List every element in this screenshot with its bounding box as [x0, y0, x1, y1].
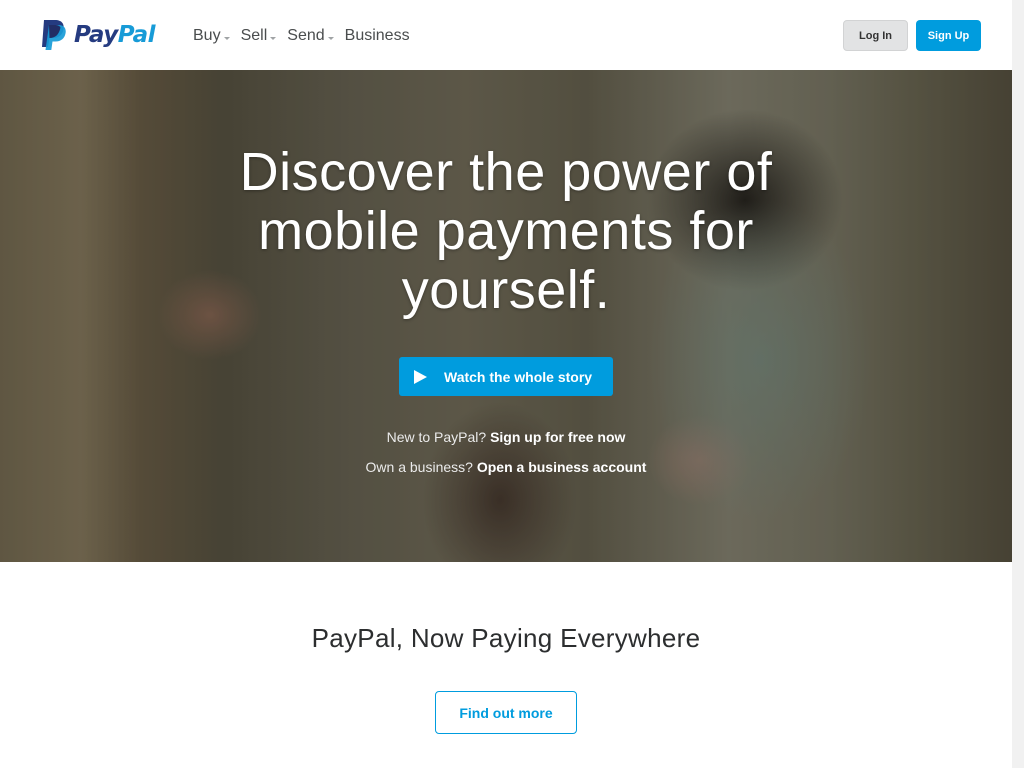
hero-title: Discover the power of mobile payments fo… — [186, 143, 826, 320]
hero-title-line: yourself. — [401, 260, 611, 320]
hero-title-line: Discover the power of — [239, 142, 773, 202]
hero-banner: Discover the power of mobile payments fo… — [0, 70, 1012, 562]
nav-item-label: Buy — [193, 27, 221, 44]
login-button[interactable]: Log In — [843, 20, 908, 51]
watch-story-button[interactable]: Watch the whole story — [399, 357, 613, 396]
chevron-down-icon — [223, 36, 230, 40]
business-prompt: Own a business? Open a business account — [0, 458, 1012, 476]
watch-story-label: Watch the whole story — [444, 368, 593, 385]
nav-item-label: Business — [344, 27, 410, 44]
page-scrollbar[interactable] — [1012, 0, 1024, 768]
nav-item-label: Sell — [240, 27, 268, 44]
logo-text-pay: Pay — [74, 22, 118, 48]
signup-prompt: New to PayPal? Sign up for free now — [0, 428, 1012, 446]
nav-item-label: Send — [287, 27, 325, 44]
site-header: PayPal Buy Sell Send Business Log In Sig… — [0, 0, 1024, 70]
chevron-down-icon — [270, 36, 277, 40]
play-icon — [414, 369, 427, 384]
hero-title-line: mobile payments for — [258, 201, 754, 261]
signup-prompt-text: New to PayPal? — [386, 429, 487, 445]
business-account-link[interactable]: Open a business account — [477, 459, 647, 475]
nav-item-sell[interactable]: Sell — [241, 27, 277, 45]
nav-item-send[interactable]: Send — [287, 27, 334, 45]
signup-button[interactable]: Sign Up — [916, 20, 981, 51]
chevron-down-icon — [327, 36, 334, 40]
nav-item-business[interactable]: Business — [345, 27, 410, 45]
logo-text-pal: Pal — [117, 22, 156, 48]
find-out-more-button[interactable]: Find out more — [435, 691, 577, 734]
promo-heading: PayPal, Now Paying Everywhere — [311, 623, 701, 653]
paypal-p-icon — [42, 19, 66, 50]
signup-free-link[interactable]: Sign up for free now — [490, 429, 625, 445]
main-nav: Buy Sell Send Business — [193, 24, 421, 48]
nav-item-buy[interactable]: Buy — [193, 27, 230, 45]
paypal-wordmark: PayPal — [74, 19, 156, 51]
paypal-logo[interactable]: PayPal — [40, 19, 156, 51]
business-prompt-text: Own a business? — [365, 459, 473, 475]
